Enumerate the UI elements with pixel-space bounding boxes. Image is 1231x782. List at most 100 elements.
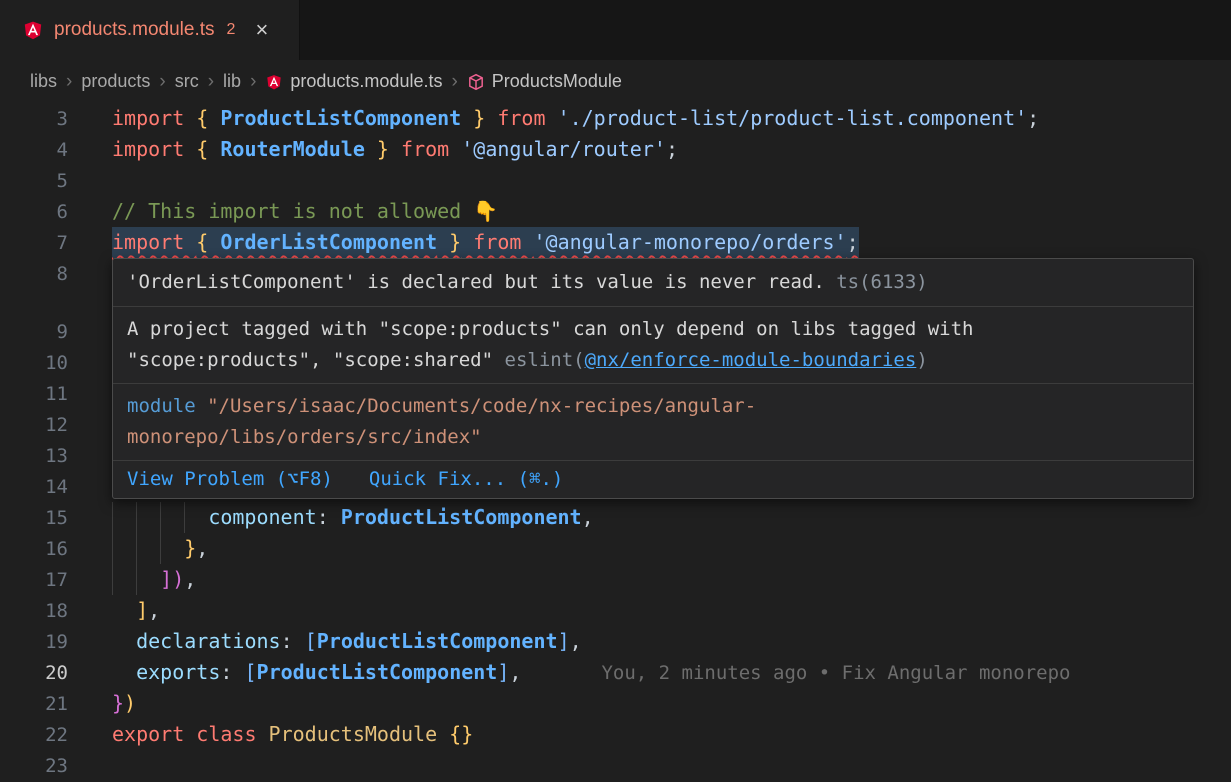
hover-actions: View Problem (⌥F8) Quick Fix... (⌘.) xyxy=(113,460,1193,498)
indent-guide xyxy=(112,502,136,533)
code-token: ] xyxy=(497,660,509,684)
breadcrumb-item-lib[interactable]: lib xyxy=(223,71,241,92)
code-line[interactable]: 22export class ProductsModule {} xyxy=(0,719,1231,750)
code-token: ] xyxy=(558,629,570,653)
chevron-right-icon: › xyxy=(451,71,457,93)
line-number: 20 xyxy=(0,658,68,689)
view-problem-action[interactable]: View Problem (⌥F8) xyxy=(127,464,333,495)
indent-guide xyxy=(112,533,136,564)
code-line[interactable]: 15component: ProductListComponent, xyxy=(0,502,1231,533)
code-line[interactable]: 20 exports: [ProductListComponent],You, … xyxy=(0,657,1231,688)
code-token: import xyxy=(112,106,196,130)
tab-products-module[interactable]: products.module.ts 2 × xyxy=(0,0,300,60)
line-number: 3 xyxy=(0,104,68,135)
indent-guide xyxy=(136,502,160,533)
code-token: ProductListComponent xyxy=(220,106,461,130)
module-keyword: module xyxy=(127,395,196,417)
code-text: exports: [ProductListComponent], xyxy=(112,657,521,688)
code-text: }) xyxy=(112,688,136,719)
code-token: declarations xyxy=(136,629,281,653)
indent-guide xyxy=(136,564,160,595)
code-token: , xyxy=(184,567,196,591)
module-path-text: monorepo/libs/orders/src/index" xyxy=(127,426,482,448)
code-token: OrderListComponent xyxy=(220,230,437,254)
code-token: } xyxy=(461,106,485,130)
code-token: , xyxy=(570,629,582,653)
breadcrumb: libs › products › src › lib › products.m… xyxy=(0,60,1231,103)
code-token: RouterModule xyxy=(220,137,365,161)
line-number: 9 xyxy=(0,317,68,348)
code-token: exports xyxy=(136,660,220,684)
line-number: 7 xyxy=(0,228,68,259)
code-token: } xyxy=(184,536,196,560)
code-token xyxy=(112,660,136,684)
code-token: : xyxy=(281,629,305,653)
diagnostic-code: ts(6133) xyxy=(825,271,928,293)
code-token: ]) xyxy=(160,567,184,591)
chevron-right-icon: › xyxy=(66,71,72,93)
code-token: from xyxy=(461,230,533,254)
code-text: import { OrderListComponent } from '@ang… xyxy=(112,227,859,258)
indent-guide xyxy=(112,564,136,595)
code-token: ; xyxy=(1027,106,1039,130)
code-token: : xyxy=(317,505,341,529)
editor[interactable]: 3 import { ProductListComponent } from '.… xyxy=(0,103,1231,781)
code-token: , xyxy=(509,660,521,684)
code-line[interactable]: 4import { RouterModule } from '@angular/… xyxy=(0,134,1231,165)
indent-guide xyxy=(160,502,184,533)
breadcrumb-item-products[interactable]: products xyxy=(81,71,150,92)
hover-popup: 'OrderListComponent' is declared but its… xyxy=(112,258,1194,499)
code-line[interactable]: 6// This import is not allowed 👇 xyxy=(0,196,1231,227)
line-number: 11 xyxy=(0,379,68,410)
code-text: // This import is not allowed 👇 xyxy=(112,196,498,227)
indent-guide xyxy=(160,533,184,564)
code-line[interactable]: 21}) xyxy=(0,688,1231,719)
tab-bar: products.module.ts 2 × xyxy=(0,0,1231,60)
code-token: from xyxy=(389,137,461,161)
breadcrumb-item-libs[interactable]: libs xyxy=(30,71,57,92)
line-number: 18 xyxy=(0,596,68,627)
code-line[interactable]: 17]), xyxy=(0,564,1231,595)
breadcrumb-file-label: products.module.ts xyxy=(290,71,442,92)
code-line[interactable]: 3 import { ProductListComponent } from '.… xyxy=(0,103,1231,134)
code-line[interactable]: 18 ], xyxy=(0,595,1231,626)
line-number: 10 xyxy=(0,348,68,379)
code-token: component xyxy=(208,505,316,529)
code-text: component: ProductListComponent, xyxy=(112,502,594,533)
code-token: import xyxy=(112,137,196,161)
eslint-text: "scope:products", "scope:shared" xyxy=(127,349,505,371)
code-text: import { ProductListComponent } from './… xyxy=(112,103,1039,134)
code-token: } xyxy=(112,691,124,715)
code-token: } xyxy=(365,137,389,161)
module-path-line2: monorepo/libs/orders/src/index" xyxy=(127,422,1179,453)
breadcrumb-item-src[interactable]: src xyxy=(175,71,199,92)
code-token: , xyxy=(196,536,208,560)
code-token: [ xyxy=(305,629,317,653)
code-token: from xyxy=(485,106,557,130)
code-token: ) xyxy=(124,691,136,715)
breadcrumb-item-symbol[interactable]: ProductsModule xyxy=(467,71,622,92)
code-line[interactable]: 16}, xyxy=(0,533,1231,564)
breadcrumb-item-file[interactable]: products.module.ts xyxy=(265,71,442,92)
breadcrumb-symbol-label: ProductsModule xyxy=(492,71,622,92)
close-tab-icon[interactable]: × xyxy=(255,19,268,41)
code-line[interactable]: 23 xyxy=(0,750,1231,781)
code-line[interactable]: 5 xyxy=(0,165,1231,196)
diagnostic-text: 'OrderListComponent' is declared but its… xyxy=(127,271,825,293)
code-line[interactable]: 7 import { OrderListComponent } from '@an… xyxy=(0,227,1231,258)
code-token: // This import is not allowed xyxy=(112,199,473,223)
code-line[interactable]: 19 declarations: [ProductListComponent], xyxy=(0,626,1231,657)
code-token: { xyxy=(196,106,220,130)
module-path-line1: module "/Users/isaac/Documents/code/nx-r… xyxy=(127,391,1179,422)
code-token: export class xyxy=(112,722,269,746)
ts-diagnostic-message: 'OrderListComponent' is declared but its… xyxy=(113,259,1193,306)
chevron-right-icon: › xyxy=(159,71,165,93)
code-text: ], xyxy=(112,595,160,626)
eslint-rule-link[interactable]: @nx/enforce-module-boundaries xyxy=(585,349,917,371)
code-token: ; xyxy=(666,137,678,161)
quick-fix-action[interactable]: Quick Fix... (⌘.) xyxy=(369,464,563,495)
indent-guide xyxy=(184,502,208,533)
line-number: 5 xyxy=(0,166,68,197)
angular-icon xyxy=(22,19,44,41)
code-token: } xyxy=(437,230,461,254)
